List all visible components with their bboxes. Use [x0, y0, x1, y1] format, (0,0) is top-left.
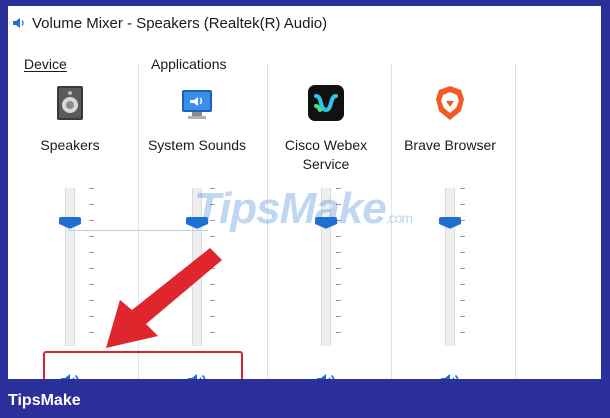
watermark: TipsMake.com	[194, 184, 413, 234]
red-arrow-annotation	[106, 248, 222, 348]
volume-mixer-window: Volume Mixer - Speakers (Realtek(R) Audi…	[6, 4, 603, 381]
window-title: Volume Mixer - Speakers (Realtek(R) Audi…	[32, 14, 328, 32]
brave-browser-icon	[436, 86, 464, 120]
channel-name: System Sounds	[147, 137, 247, 153]
volume-slider-track[interactable]	[65, 188, 75, 346]
channel-name-line: Cisco Webex	[284, 137, 368, 153]
column-divider	[515, 64, 516, 379]
mute-highlight-box	[43, 351, 243, 379]
channel-name: Speakers	[40, 137, 100, 153]
channel-name: Brave Browser	[404, 137, 496, 153]
volume-slider-thumb[interactable]	[439, 216, 461, 229]
title-bar: Volume Mixer - Speakers (Realtek(R) Audi…	[8, 6, 601, 40]
speaker-icon	[317, 374, 335, 379]
volume-slider-thumb[interactable]	[59, 216, 81, 229]
device-section-label: Device	[24, 56, 67, 72]
slider-ticks	[89, 188, 94, 346]
channel-name-line: Service	[302, 156, 350, 172]
speaker-icon	[441, 374, 459, 379]
speaker-icon	[13, 18, 24, 28]
volume-slider-track[interactable]	[445, 188, 455, 346]
webex-app-icon	[308, 85, 344, 121]
applications-section-label: Applications	[151, 56, 227, 72]
channel-name: Cisco Webex Service	[266, 136, 386, 174]
speaker-device-icon	[57, 86, 83, 120]
watermark-text: TipsMake	[194, 184, 387, 233]
master-level-link-line	[68, 230, 208, 231]
slider-ticks	[460, 188, 465, 346]
mute-button[interactable]	[312, 370, 340, 379]
watermark-suffix: .com	[385, 210, 413, 226]
system-sounds-icon	[182, 90, 212, 119]
footer-brand: TipsMake	[8, 391, 81, 409]
footer-bar: TipsMake	[0, 383, 610, 418]
mute-button[interactable]	[436, 370, 464, 379]
